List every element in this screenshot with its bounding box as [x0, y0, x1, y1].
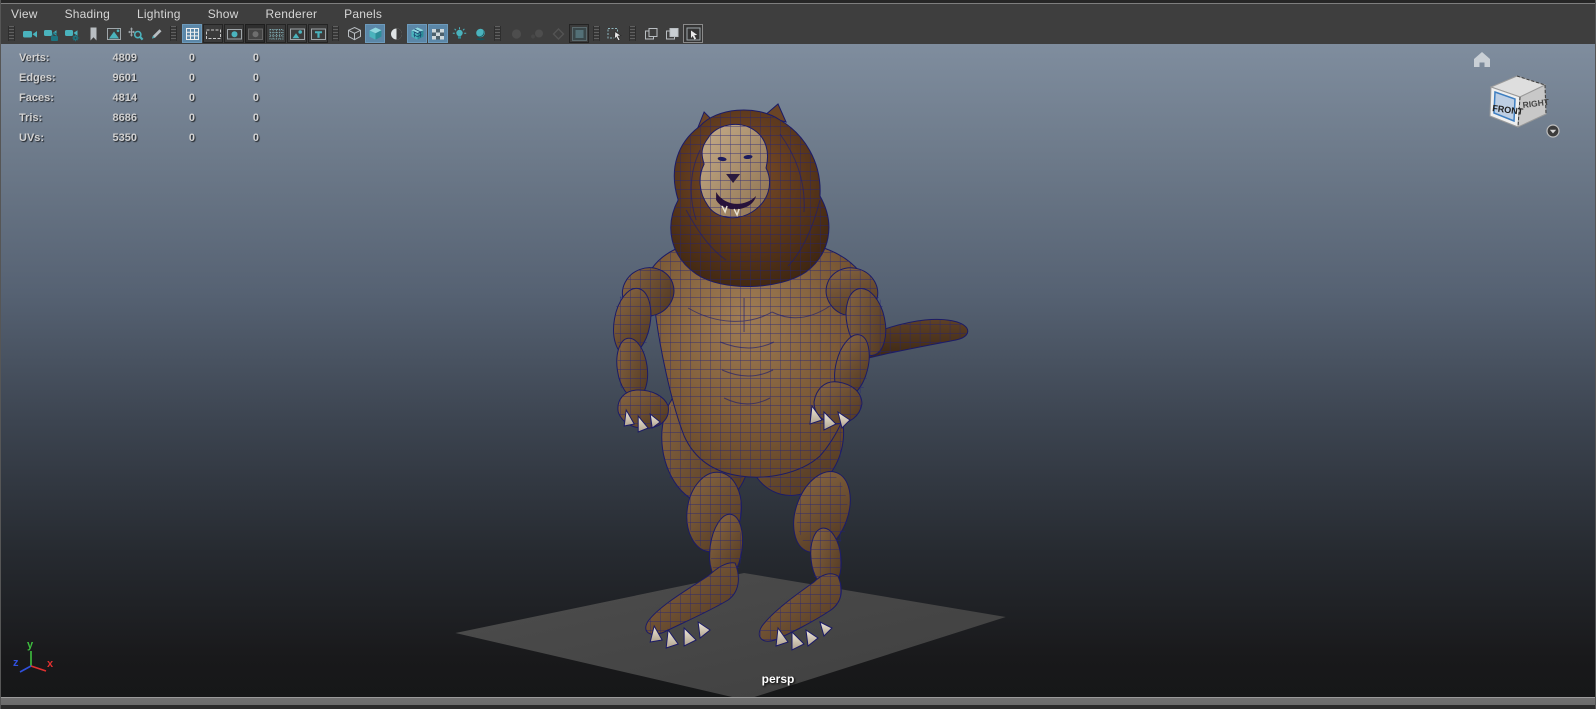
shadows-icon[interactable]	[470, 24, 490, 43]
select-tool-icon[interactable]	[605, 24, 625, 43]
menu-panels[interactable]: Panels	[344, 7, 382, 21]
menu-lighting[interactable]: Lighting	[137, 7, 181, 21]
view-cube[interactable]: FRONT RIGHT	[1455, 44, 1595, 150]
gate-mask-icon[interactable]	[245, 24, 265, 43]
motion-blur-icon[interactable]	[527, 24, 547, 43]
safe-title-icon[interactable]	[308, 24, 328, 43]
panel-menu-bar: View Shading Lighting Show Renderer Pane…	[1, 4, 1595, 23]
axis-z-label: z	[13, 657, 19, 669]
toolbar-grip[interactable]	[593, 26, 600, 41]
time-slider-edge	[1, 697, 1595, 709]
home-icon[interactable]	[1474, 52, 1490, 67]
menu-view[interactable]: View	[11, 7, 38, 21]
depth-of-field-icon[interactable]	[548, 24, 568, 43]
smooth-shade-icon[interactable]	[365, 24, 385, 43]
axis-indicator: y x z	[13, 639, 54, 673]
camera-lock-icon[interactable]	[41, 24, 61, 43]
toolbar-grip[interactable]	[629, 26, 636, 41]
xray-icon[interactable]	[428, 24, 448, 43]
camera-icon[interactable]	[20, 24, 40, 43]
camera-name-label: persp	[761, 672, 795, 686]
hud-row-faces: Faces: 4814 0 0	[19, 92, 259, 104]
textured-icon[interactable]	[386, 24, 406, 43]
safe-action-icon[interactable]	[287, 24, 307, 43]
grease-pencil-icon[interactable]	[146, 24, 166, 43]
tear-off-icon[interactable]	[641, 24, 661, 43]
toolbar-grip[interactable]	[332, 26, 339, 41]
isolate-select-icon[interactable]	[683, 24, 703, 43]
hud-row-tris: Tris: 8686 0 0	[19, 112, 259, 124]
menu-show[interactable]: Show	[208, 7, 239, 21]
hud-row-uvs: UVs: 5350 0 0	[19, 132, 259, 144]
ambient-occlusion-icon[interactable]	[506, 24, 526, 43]
toolbar-grip[interactable]	[8, 26, 15, 41]
wireframe-icon[interactable]	[344, 24, 364, 43]
axis-x-label: x	[47, 658, 54, 670]
grid-icon[interactable]	[182, 24, 202, 43]
toolbar-grip[interactable]	[494, 26, 501, 41]
field-chart-icon[interactable]	[266, 24, 286, 43]
toolbar-grip[interactable]	[170, 26, 177, 41]
wireframe-on-shaded-icon[interactable]	[407, 24, 427, 43]
menu-shading[interactable]: Shading	[65, 7, 110, 21]
pan-zoom-icon[interactable]	[125, 24, 145, 43]
wireframe-overlay	[614, 109, 968, 642]
image-plane-icon[interactable]	[104, 24, 124, 43]
axis-y-label: y	[27, 639, 34, 651]
menu-renderer[interactable]: Renderer	[266, 7, 318, 21]
hud-row-edges: Edges: 9601 0 0	[19, 72, 259, 84]
multisample-icon[interactable]	[569, 24, 589, 43]
resolution-gate-icon[interactable]	[224, 24, 244, 43]
film-gate-icon[interactable]	[203, 24, 223, 43]
bookmark-icon[interactable]	[83, 24, 103, 43]
maya-viewport-window: View Shading Lighting Show Renderer Pane…	[0, 0, 1596, 709]
panel-toolbar	[1, 23, 1595, 44]
hud-poly-count: Verts: 4809 0 0 Edges: 9601 0 0 Faces: 4814 0 0 T…	[19, 44, 259, 148]
camera-attributes-icon[interactable]	[62, 24, 82, 43]
lights-icon[interactable]	[449, 24, 469, 43]
hud-row-verts: Verts: 4809 0 0	[19, 52, 259, 64]
viewport-3d[interactable]: Verts: 4809 0 0 Edges: 9601 0 0 Faces: 4814 0 0 T…	[1, 44, 1595, 697]
tear-off-copy-icon[interactable]	[662, 24, 682, 43]
